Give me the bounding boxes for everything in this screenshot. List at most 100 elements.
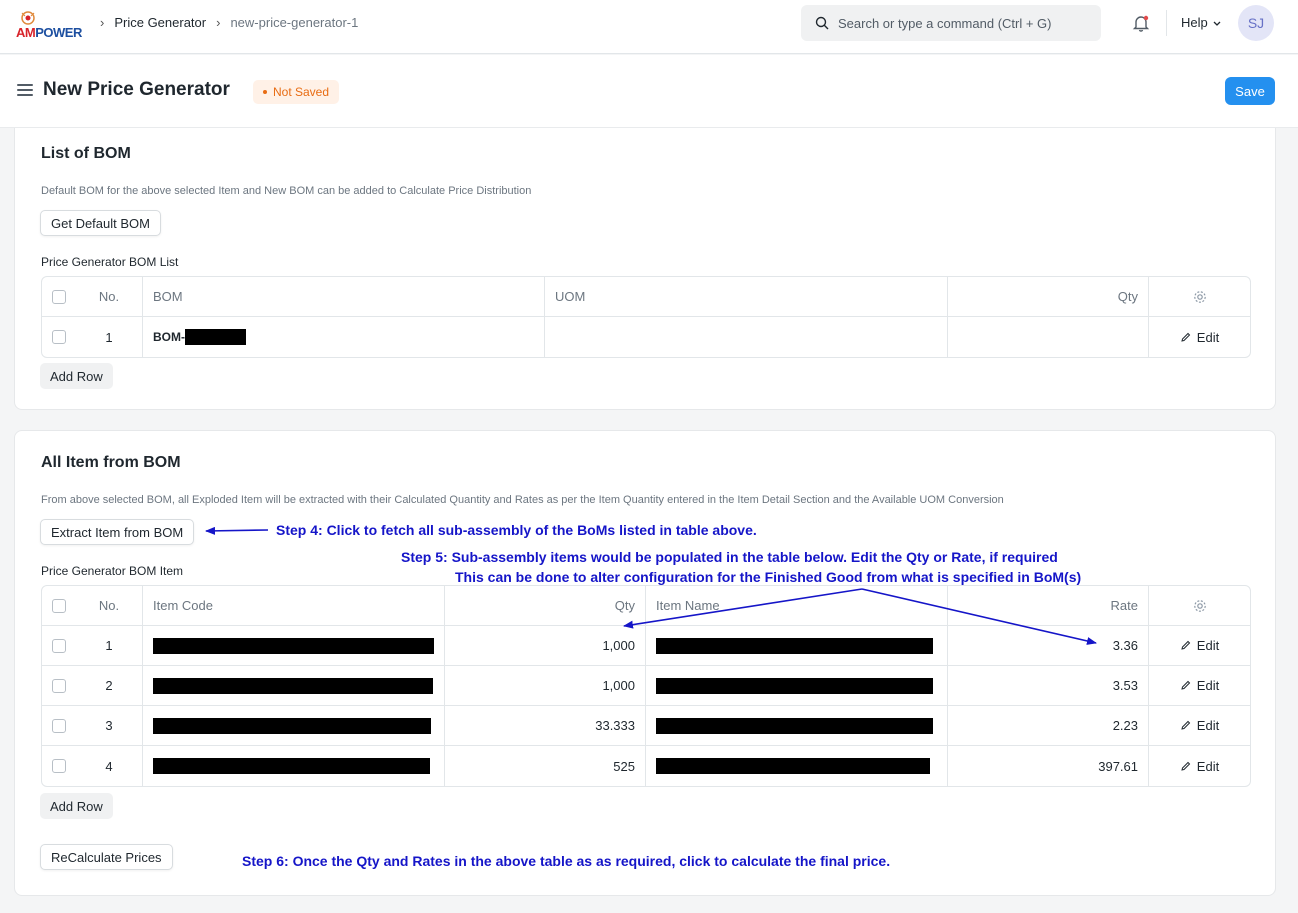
save-button[interactable]: Save	[1225, 77, 1275, 105]
chevron-down-icon	[1213, 21, 1221, 26]
item-name-cell[interactable]	[646, 706, 948, 745]
edit-row-button[interactable]: Edit	[1149, 666, 1250, 705]
row-checkbox[interactable]	[52, 718, 66, 733]
bom-list-table: No. BOM UOM Qty 1 BOM- Edit	[41, 276, 1251, 358]
item-name-cell[interactable]	[646, 666, 948, 705]
section-title: All Item from BOM	[41, 454, 181, 471]
pencil-icon	[1181, 761, 1191, 771]
rate-cell[interactable]: 3.53	[948, 666, 1149, 705]
rate-cell[interactable]: 2.23	[948, 706, 1149, 745]
bom-list-section: List of BOM Default BOM for the above se…	[14, 128, 1276, 410]
uom-cell[interactable]	[545, 317, 948, 357]
annotation-step4: Step 4: Click to fetch all sub-assembly …	[276, 522, 757, 538]
row-number: 4	[76, 746, 143, 786]
edit-row-button[interactable]: Edit	[1149, 626, 1250, 665]
help-label: Help	[1181, 15, 1208, 30]
row-number: 1	[76, 317, 143, 357]
pencil-icon	[1181, 640, 1191, 650]
redacted-block	[153, 637, 434, 654]
qty-cell[interactable]	[948, 317, 1149, 357]
search-icon	[815, 16, 829, 30]
pencil-icon	[1181, 720, 1191, 730]
page-head: New Price Generator Not Saved Save	[0, 55, 1298, 128]
qty-cell[interactable]: 1,000	[445, 626, 646, 665]
qty-cell[interactable]: 33.333	[445, 706, 646, 745]
col-header-qty: Qty	[948, 277, 1149, 316]
item-code-cell[interactable]	[143, 706, 445, 745]
redacted-block	[153, 758, 430, 774]
col-header-uom: UOM	[545, 277, 948, 316]
annotation-step6: Step 6: Once the Qty and Rates in the ab…	[242, 853, 891, 869]
pencil-icon	[1181, 680, 1191, 690]
chevron-right-icon: ›	[100, 15, 105, 30]
item-code-cell[interactable]	[143, 746, 445, 786]
bom-items-section: All Item from BOM From above selected BO…	[14, 430, 1276, 896]
settings-gear-icon[interactable]	[1193, 290, 1207, 304]
col-header-no: No.	[76, 277, 143, 316]
breadcrumb-current-doc[interactable]: new-price-generator-1	[230, 15, 358, 30]
navbar: AMPOWER › Price Generator › new-price-ge…	[0, 0, 1298, 54]
redacted-block	[656, 677, 933, 694]
extract-item-button[interactable]: Extract Item from BOM	[40, 519, 195, 545]
row-checkbox[interactable]	[52, 638, 66, 653]
chevron-right-icon: ›	[216, 15, 221, 30]
help-dropdown[interactable]: Help	[1181, 15, 1222, 30]
redacted-block	[656, 717, 933, 734]
bom-cell[interactable]: BOM-	[143, 317, 545, 357]
col-header-item-name: Item Name	[646, 586, 948, 625]
qty-cell[interactable]: 525	[445, 746, 646, 786]
table-row[interactable]: 4 525 397.61 Edit	[42, 746, 1250, 786]
redacted-block	[656, 637, 933, 654]
row-number: 1	[76, 626, 143, 665]
table-row[interactable]: 1 BOM- Edit	[42, 317, 1250, 357]
table-row[interactable]: 2 1,000 3.53 Edit	[42, 666, 1250, 706]
item-name-cell[interactable]	[646, 746, 948, 786]
edit-row-button[interactable]: Edit	[1149, 746, 1250, 786]
add-row-button[interactable]: Add Row	[40, 363, 113, 389]
redacted-block	[153, 717, 431, 734]
table-header-row: No. BOM UOM Qty	[42, 277, 1250, 317]
app-logo[interactable]: AMPOWER	[14, 10, 88, 40]
rate-cell[interactable]: 3.36	[948, 626, 1149, 665]
redacted-block	[656, 758, 930, 774]
breadcrumb-price-generator[interactable]: Price Generator	[114, 15, 206, 30]
section-title: List of BOM	[41, 145, 131, 162]
table-header-row: No. Item Code Qty Item Name Rate	[42, 586, 1250, 626]
nav-divider	[1166, 10, 1167, 36]
col-header-bom: BOM	[143, 277, 545, 316]
add-row-button[interactable]: Add Row	[40, 793, 113, 819]
edit-row-button[interactable]: Edit	[1149, 317, 1250, 357]
notification-bell-icon[interactable]	[1131, 13, 1151, 33]
annotation-step5-line2: This can be done to alter configuration …	[455, 569, 1082, 585]
rate-cell[interactable]: 397.61	[948, 746, 1149, 786]
col-header-item-code: Item Code	[143, 586, 445, 625]
select-all-checkbox[interactable]	[52, 289, 66, 304]
col-header-rate: Rate	[948, 586, 1149, 625]
col-header-no: No.	[76, 586, 143, 625]
table-label: Price Generator BOM Item	[41, 564, 184, 578]
redacted-block	[153, 677, 433, 694]
search-bar[interactable]	[801, 5, 1101, 41]
item-name-cell[interactable]	[646, 626, 948, 665]
select-all-checkbox[interactable]	[52, 598, 66, 613]
search-input[interactable]	[838, 15, 1088, 31]
sidebar-toggle-icon[interactable]	[17, 84, 33, 96]
settings-gear-icon[interactable]	[1193, 599, 1207, 613]
item-code-cell[interactable]	[143, 666, 445, 705]
status-badge: Not Saved	[253, 80, 340, 104]
table-row[interactable]: 1 1,000 3.36 Edit	[42, 626, 1250, 666]
row-checkbox[interactable]	[52, 678, 66, 693]
pencil-icon	[1181, 332, 1191, 342]
get-default-bom-button[interactable]: Get Default BOM	[40, 210, 161, 236]
page-title: New Price Generator	[43, 79, 230, 100]
user-avatar[interactable]: SJ	[1238, 5, 1274, 41]
qty-cell[interactable]: 1,000	[445, 666, 646, 705]
row-checkbox[interactable]	[52, 759, 66, 773]
recalculate-prices-button[interactable]: ReCalculate Prices	[40, 844, 173, 870]
item-code-cell[interactable]	[143, 626, 445, 665]
table-row[interactable]: 3 33.333 2.23 Edit	[42, 706, 1250, 746]
logo-text: AMPOWER	[16, 25, 82, 40]
section-description: From above selected BOM, all Exploded It…	[41, 494, 1004, 506]
row-checkbox[interactable]	[52, 330, 66, 344]
edit-row-button[interactable]: Edit	[1149, 706, 1250, 745]
